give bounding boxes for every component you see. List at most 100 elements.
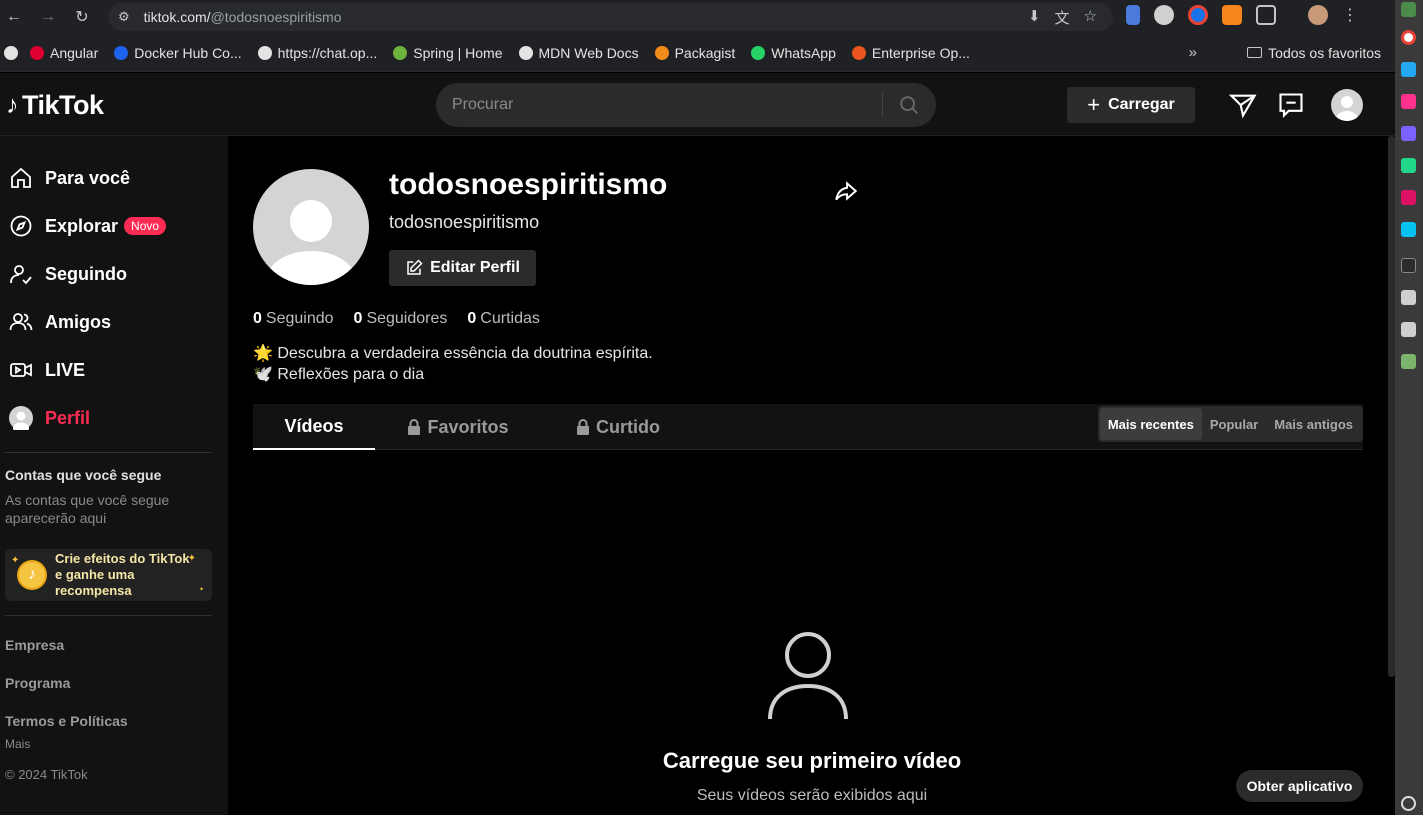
bookmark-item[interactable]: WhatsApp xyxy=(751,45,836,61)
sidebar-divider xyxy=(5,615,212,616)
avatar xyxy=(8,405,34,431)
sidebar-item-explore[interactable]: Explorar Novo xyxy=(0,202,228,250)
profile-tabs: Vídeos Favoritos Curtido Mais recentes P… xyxy=(253,404,1363,450)
bookmark-favicon-icon xyxy=(30,45,44,60)
os-dock xyxy=(1395,0,1423,815)
footer-more-link[interactable]: Mais xyxy=(5,737,228,751)
metamask-icon[interactable] xyxy=(1222,5,1242,25)
profile-avatar[interactable] xyxy=(253,169,369,285)
tab-liked[interactable]: Curtido xyxy=(558,404,678,450)
bookmarks-overflow-icon[interactable]: » xyxy=(1189,44,1197,61)
bio-line: 🕊️ Reflexões para o dia xyxy=(253,366,425,383)
get-app-button[interactable]: Obter aplicativo xyxy=(1236,770,1363,802)
messages-send-icon[interactable] xyxy=(1229,91,1257,119)
sort-popular[interactable]: Popular xyxy=(1202,408,1266,440)
extension-icon[interactable] xyxy=(1154,5,1174,25)
sidebar-item-friends[interactable]: Amigos xyxy=(0,298,228,346)
sidebar-item-live[interactable]: LIVE xyxy=(0,346,228,394)
bookmark-item[interactable]: Packagist xyxy=(654,45,735,61)
chrome-dock-icon[interactable] xyxy=(1401,30,1416,45)
back-arrow-icon[interactable]: ← xyxy=(0,3,28,31)
vscode-dock-icon[interactable] xyxy=(1401,62,1416,77)
install-app-icon[interactable]: ⬇ xyxy=(1028,7,1041,28)
share-icon[interactable] xyxy=(833,178,859,204)
bookmark-item[interactable]: Enterprise Op... xyxy=(851,45,970,61)
bookmark-favicon-icon xyxy=(114,45,129,60)
sidebar-item-following[interactable]: Seguindo xyxy=(0,250,228,298)
all-bookmarks-folder[interactable]: Todos os favoritos xyxy=(1247,45,1381,61)
translate-icon[interactable]: 文 xyxy=(1055,7,1070,28)
puzzle-icon[interactable] xyxy=(1256,5,1276,25)
sparkle-icon: ✦ xyxy=(11,555,20,566)
bio-line: 🌟 Descubra a verdadeira essência da dout… xyxy=(253,345,653,362)
edit-icon xyxy=(407,259,423,275)
copyright: © 2024 TikTok xyxy=(5,767,88,782)
site-header: ♪ TikTok + Carregar xyxy=(0,73,1395,136)
live-icon xyxy=(8,357,34,383)
stat-likes: 0 Curtidas xyxy=(467,310,540,327)
tab-videos[interactable]: Vídeos xyxy=(253,404,375,450)
url-text[interactable]: tiktok.com/@todosnoespiritismo xyxy=(144,9,342,25)
tiktok-logo[interactable]: ♪ TikTok xyxy=(6,90,104,121)
sidebar-item-profile[interactable]: Perfil xyxy=(0,394,228,442)
files-dock-icon[interactable] xyxy=(1401,290,1416,305)
bookmark-item[interactable]: https://chat.op... xyxy=(257,45,377,61)
following-accounts-title: Contas que você segue xyxy=(5,467,162,483)
footer-link-company[interactable]: Empresa xyxy=(5,637,228,653)
webstorm-dock-icon[interactable] xyxy=(1401,222,1416,237)
reload-icon[interactable]: ↻ xyxy=(68,3,96,31)
trash-dock-icon[interactable] xyxy=(1401,354,1416,369)
bookmark-favicon-icon xyxy=(393,45,408,60)
following-icon xyxy=(8,261,34,287)
sort-oldest[interactable]: Mais antigos xyxy=(1266,408,1361,440)
tab-favorites[interactable]: Favoritos xyxy=(393,404,523,450)
effects-promo-text: Crie efeitos do TikTok e ganhe uma recom… xyxy=(55,551,190,598)
inbox-icon[interactable] xyxy=(1277,91,1305,119)
bookmark-favicon-icon xyxy=(257,45,272,60)
address-bar[interactable]: ⚙ tiktok.com/@todosnoespiritismo ⬇ 文 ☆ xyxy=(108,3,1113,31)
page-scrollbar[interactable] xyxy=(1388,136,1395,677)
sort-recent[interactable]: Mais recentes xyxy=(1099,408,1202,440)
user-avatar[interactable] xyxy=(1331,89,1363,121)
jetbrains-dock-icon[interactable] xyxy=(1401,126,1416,141)
extensions-bar: ⋮ xyxy=(1126,5,1358,25)
lock-icon xyxy=(408,419,421,435)
dock-app-icon[interactable] xyxy=(1401,2,1416,17)
show-apps-icon[interactable] xyxy=(1401,796,1416,811)
bookmark-favicon-icon xyxy=(654,45,669,60)
search-input[interactable] xyxy=(436,96,876,114)
profile-display-name: todosnoespiritismo xyxy=(389,212,540,232)
footer-link-terms[interactable]: Termos e Políticas xyxy=(5,713,228,729)
empty-state-title: Carregue seu primeiro vídeo xyxy=(662,748,962,773)
terminal-dock-icon[interactable] xyxy=(1401,258,1416,273)
chrome-icon[interactable] xyxy=(4,45,18,60)
extension-icon[interactable] xyxy=(1188,5,1208,25)
tiktok-note-icon: ♪ xyxy=(6,91,19,119)
footer-link-program[interactable]: Programa xyxy=(5,675,228,691)
browser-menu-icon[interactable]: ⋮ xyxy=(1342,5,1358,25)
browser-profile-avatar[interactable] xyxy=(1308,5,1328,25)
upload-button[interactable]: + Carregar xyxy=(1067,87,1195,123)
stat-followers[interactable]: 0 Seguidores xyxy=(354,310,448,328)
search-divider xyxy=(882,93,883,117)
pycharm-dock-icon[interactable] xyxy=(1401,158,1416,173)
bookmark-item[interactable]: MDN Web Docs xyxy=(518,45,639,61)
bookmark-item[interactable]: Spring | Home xyxy=(393,45,503,61)
edit-profile-button[interactable]: Editar Perfil xyxy=(389,250,536,286)
following-accounts-description: As contas que você segue aparecerão aqui xyxy=(5,492,170,526)
bookmark-star-icon[interactable]: ☆ xyxy=(1084,7,1097,28)
stat-following[interactable]: 0 Seguindo xyxy=(253,310,334,328)
rider-dock-icon[interactable] xyxy=(1401,190,1416,205)
jetbrains-dock-icon[interactable] xyxy=(1401,94,1416,109)
bookmark-favicon-icon xyxy=(518,45,533,60)
bookmark-item[interactable]: Docker Hub Co... xyxy=(114,45,242,61)
search-icon[interactable] xyxy=(898,94,920,116)
forward-arrow-icon[interactable]: → xyxy=(34,3,62,31)
new-badge: Novo xyxy=(124,217,167,235)
effects-promo-banner[interactable]: ✦ ✦ ✦ ♪ Crie efeitos do TikTok e ganhe u… xyxy=(5,549,212,601)
bookmark-item[interactable]: Angular xyxy=(30,45,98,61)
extension-icon[interactable] xyxy=(1126,5,1140,25)
site-settings-icon[interactable]: ⚙ xyxy=(118,9,130,25)
files-dock-icon[interactable] xyxy=(1401,322,1416,337)
sidebar-item-for-you[interactable]: Para você xyxy=(0,154,228,202)
